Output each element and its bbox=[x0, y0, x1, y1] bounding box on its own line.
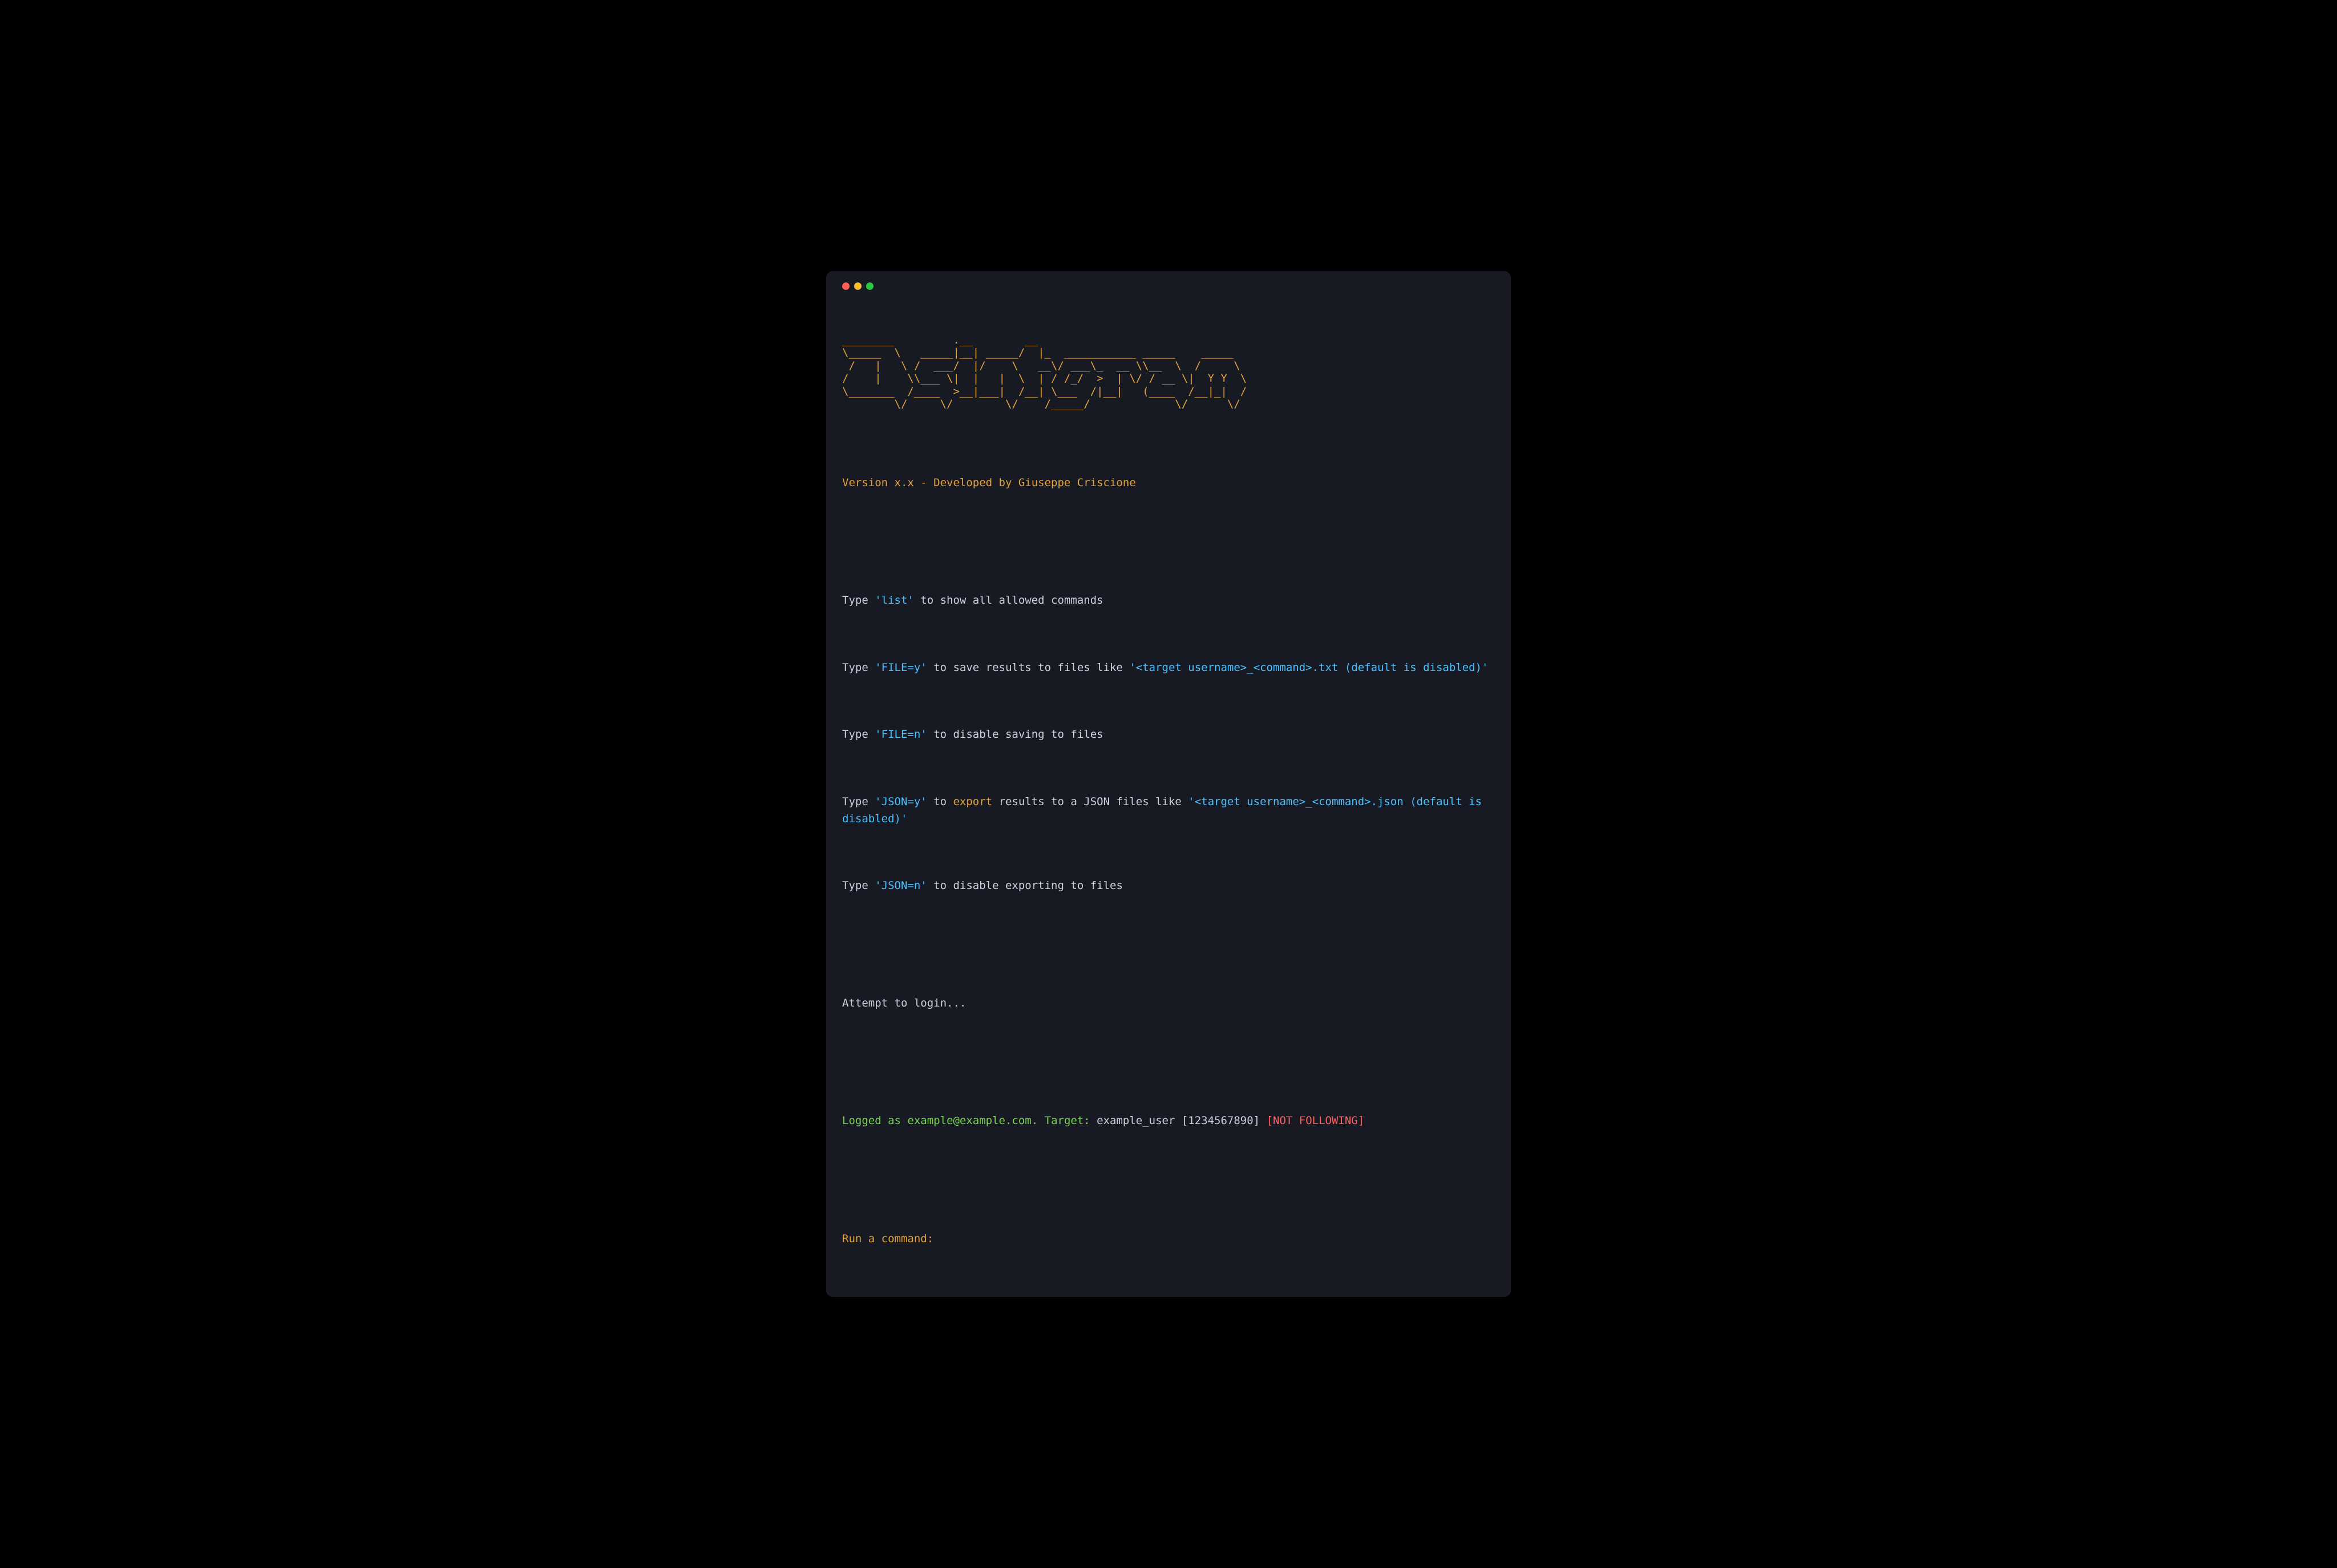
help-file-y: Type 'FILE=y' to save results to files l… bbox=[842, 660, 1495, 676]
window-controls bbox=[842, 282, 1495, 290]
close-icon[interactable] bbox=[842, 282, 850, 290]
terminal-window: ________ .__ __ \_____ \ _____|__| _____… bbox=[826, 271, 1511, 1297]
minimize-icon[interactable] bbox=[854, 282, 862, 290]
help-file-n: Type 'FILE=n' to disable saving to files bbox=[842, 726, 1495, 743]
login-attempt: Attempt to login... bbox=[842, 995, 1495, 1012]
help-json-y: Type 'JSON=y' to export results to a JSO… bbox=[842, 794, 1495, 827]
help-list: Type 'list' to show all allowed commands bbox=[842, 592, 1495, 609]
zoom-icon[interactable] bbox=[866, 282, 874, 290]
login-status: Logged as example@example.com. Target: e… bbox=[842, 1113, 1495, 1129]
version-line: Version x.x - Developed by Giuseppe Cris… bbox=[842, 475, 1495, 491]
ascii-banner: ________ .__ __ \_____ \ _____|__| _____… bbox=[842, 334, 1495, 410]
terminal-output[interactable]: ________ .__ __ \_____ \ _____|__| _____… bbox=[842, 300, 1495, 1281]
command-prompt[interactable]: Run a command: bbox=[842, 1231, 1495, 1247]
help-json-n: Type 'JSON=n' to disable exporting to fi… bbox=[842, 878, 1495, 894]
